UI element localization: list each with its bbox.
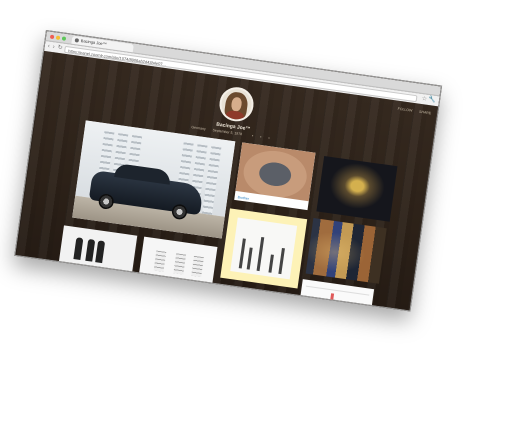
share-link[interactable]: SHARE (419, 110, 432, 116)
location-text: Germany (191, 125, 206, 132)
reload-icon[interactable]: ↻ (57, 44, 63, 53)
rss-icon[interactable]: ▪ (268, 136, 271, 140)
tab-title: Bacinga Joe™ (80, 37, 107, 47)
twitter-icon[interactable]: ▪ (260, 135, 263, 139)
tile-dark-photo[interactable] (316, 155, 398, 222)
tile-sketch[interactable] (220, 208, 308, 289)
minimize-window-icon[interactable] (55, 34, 61, 40)
tile-car-photo[interactable] (72, 120, 236, 239)
facebook-icon[interactable]: ▪ (252, 134, 255, 138)
close-window-icon[interactable] (49, 34, 55, 39)
tile-people-photo[interactable] (58, 225, 138, 276)
tile-street-photo[interactable] (305, 218, 387, 284)
tile-caption[interactable]: Brother (237, 195, 249, 201)
zoom-window-icon[interactable] (61, 35, 67, 41)
arrow-right-icon[interactable]: › (52, 43, 55, 51)
arrow-left-icon[interactable]: ‹ (47, 42, 50, 50)
avatar[interactable] (217, 85, 256, 124)
tile-chart-document[interactable] (297, 279, 375, 312)
favicon-icon (74, 38, 80, 43)
tile-building-photo[interactable] (138, 236, 218, 287)
star-icon[interactable]: ☆ (421, 95, 427, 104)
follow-link[interactable]: FOLLOW (397, 107, 412, 113)
top-links: FOLLOW SHARE (391, 106, 431, 116)
tile-tattoo-photo[interactable]: Brother (234, 142, 316, 211)
browser-window: Bacinga Joe™ ‹ › ↻ https://panel.zoomlr.… (14, 30, 443, 312)
wrench-icon[interactable]: 🔧 (428, 96, 437, 105)
